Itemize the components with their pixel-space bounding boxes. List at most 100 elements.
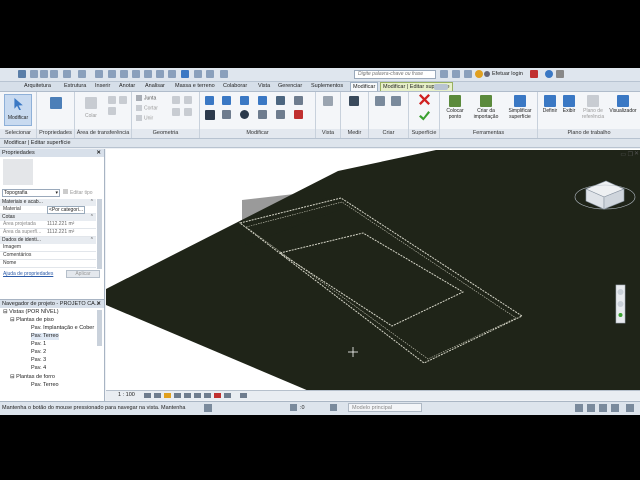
tree-node[interactable]: Pav. 2 [31,349,46,356]
visual-style-icon[interactable] [154,393,161,398]
offset-icon[interactable] [222,96,231,105]
restore-view-icon[interactable]: ❐ [628,151,633,158]
tree-node[interactable]: Pav. 3 [31,357,46,364]
paste-button[interactable]: Colar [79,94,103,126]
measure-icon[interactable] [108,70,116,78]
panel-label-selecionar[interactable]: Selecionar [0,129,36,138]
3d-view-icon[interactable] [156,70,164,78]
array-icon[interactable] [276,110,285,119]
tab-estrutura[interactable]: Estrutura [64,82,86,91]
switch-windows-icon[interactable] [206,70,214,78]
join-tool[interactable]: Junta [136,95,156,101]
shadows-icon[interactable] [174,393,181,398]
dimension-icon[interactable] [120,70,128,78]
detail-level-icon[interactable] [144,393,151,398]
orbit-icon[interactable] [618,313,623,317]
binoculars-icon[interactable] [440,70,448,78]
close-hidden-icon[interactable] [194,70,202,78]
property-row[interactable]: Comentários [0,252,96,260]
trim-extend-icon[interactable] [258,110,267,119]
cut-geometry-tool[interactable]: Cortar [136,105,158,111]
view-tools-icon[interactable] [323,96,333,106]
app-menu-icon[interactable] [18,70,26,78]
text-icon[interactable] [144,70,152,78]
type-selector[interactable]: Topografia ▾ [2,189,60,197]
rendering-icon[interactable] [184,393,191,398]
close-icon[interactable]: ✕ [96,300,101,308]
sync-icon[interactable] [50,70,58,78]
properties-help-link[interactable]: Ajuda de propriedades [3,271,53,277]
temp-hide-icon[interactable] [214,393,221,398]
analytical-model-icon[interactable] [240,393,247,398]
tree-node[interactable]: Pav. Implantação e Cober [31,325,94,332]
match-type-icon[interactable] [119,96,127,104]
favorites-icon[interactable] [475,70,483,78]
exchange-apps-icon[interactable] [530,70,538,78]
print-icon[interactable] [95,70,103,78]
crop-view-icon[interactable] [194,393,201,398]
tab-analisar[interactable]: Analisar [145,82,165,91]
tab-colaborar[interactable]: Colaborar [223,82,247,91]
unite-tool[interactable]: Unir [136,115,153,121]
design-options-icon[interactable] [330,404,337,411]
tab-gerenciar[interactable]: Gerenciar [278,82,302,91]
create-similar-icon[interactable] [391,96,401,106]
select-links-icon[interactable] [575,404,583,412]
paint-icon[interactable] [172,108,180,116]
thin-lines-icon[interactable] [181,70,189,78]
measure-tool-icon[interactable] [349,96,359,106]
tab-inserir[interactable]: Inserir [95,82,110,91]
create-group-icon[interactable] [375,96,385,106]
copy-icon[interactable] [108,107,116,115]
filter-icon[interactable] [290,404,297,411]
show-workplane-button[interactable]: Exibir [560,93,578,127]
split-face-icon[interactable] [184,96,192,104]
close-view-icon[interactable]: ✕ [634,150,639,157]
tab-suplementos[interactable]: Suplementos [311,82,343,91]
property-row[interactable]: Nome [0,260,96,268]
place-point-button[interactable]: Colocar ponto [442,93,468,127]
subscription-icon[interactable] [452,70,460,78]
set-workplane-button[interactable]: Definir [540,93,560,127]
section-cotas[interactable]: Cotas ⌃ [0,214,96,221]
login-link[interactable]: Efetuar login [484,70,523,79]
tree-node[interactable]: ⊟ Vistas (POR NÍVEL) [3,309,59,316]
tree-node[interactable]: Pav. Terreo [31,382,59,389]
save-icon[interactable] [40,70,48,78]
design-option-dropdown[interactable]: Modelo principal [348,403,422,412]
property-row[interactable]: Imagem [0,244,96,252]
tree-node[interactable]: ⊟ Plantas de forro [10,374,55,381]
tree-node[interactable]: Pav. 4 [31,365,46,372]
tree-node[interactable]: ⊟ Plantas de piso [10,317,54,324]
lock-view-icon[interactable] [204,393,211,398]
view-scale[interactable]: 1 : 100 [118,391,135,400]
minimize-ribbon-icon[interactable] [434,84,448,90]
tab-vista[interactable]: Vista [258,82,270,91]
help-icon[interactable] [545,70,553,78]
material-value[interactable]: <Por categori... [47,206,86,214]
finish-edit-icon[interactable] [419,111,430,121]
modify-button[interactable]: Modificar [4,94,32,126]
tree-node-selected[interactable]: Pav. Terreo [31,333,59,340]
reveal-hidden-icon[interactable] [224,393,231,398]
wall-joins-icon[interactable] [172,96,180,104]
toposurface[interactable] [106,150,640,394]
redo-icon[interactable] [78,70,86,78]
delete-icon[interactable] [294,110,303,119]
simplify-surface-button[interactable]: Simplificar superfície [504,93,536,127]
customize-icon[interactable] [220,70,228,78]
section-icon[interactable] [168,70,176,78]
worksets-icon[interactable] [204,404,212,412]
tab-massa-e-terreno[interactable]: Massa e terreno [175,82,215,91]
tab-arquitetura[interactable]: Arquitetura [24,82,51,91]
rotate-icon[interactable] [240,110,249,119]
tag-icon[interactable] [132,70,140,78]
minimize-view-icon[interactable]: ▭ [620,151,626,158]
3d-viewport[interactable]: ▭ ❐ ✕ [106,149,640,394]
properties-button[interactable] [41,94,71,126]
edit-type-button[interactable]: Editar tipo [63,189,93,197]
section-dados[interactable]: Dados de identi... ⌃ [0,237,96,244]
move-icon[interactable] [205,110,215,120]
sun-path-icon[interactable] [164,393,171,398]
split-element-icon[interactable] [276,96,285,105]
